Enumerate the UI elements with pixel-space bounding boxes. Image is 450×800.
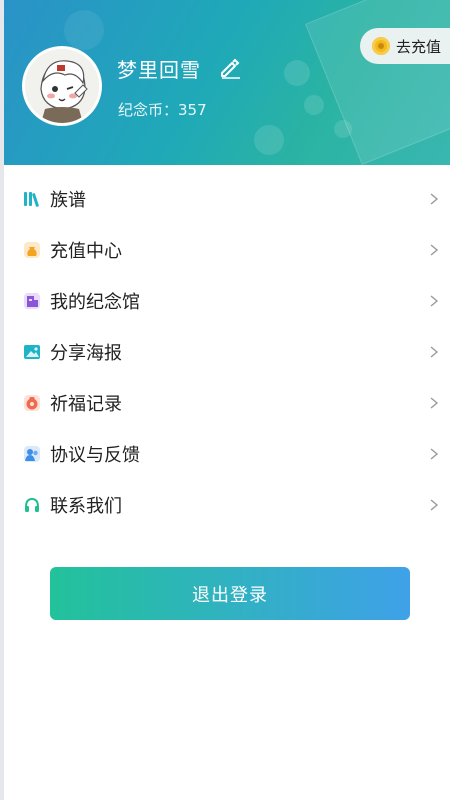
menu-item-agreement-feedback[interactable]: 协议与反馈 — [4, 428, 450, 479]
menu-item-label: 我的纪念馆 — [50, 291, 140, 313]
chevron-right-icon — [430, 243, 439, 256]
menu-item-label: 祈福记录 — [50, 393, 122, 415]
money-bag-icon — [23, 241, 41, 259]
coin-icon — [372, 37, 390, 55]
chevron-right-icon — [430, 294, 439, 307]
username: 梦里回雪 — [117, 58, 201, 82]
header-decoration — [304, 95, 324, 115]
books-icon — [23, 190, 41, 208]
prayer-record-icon — [23, 394, 41, 412]
menu-item-label: 分享海报 — [50, 342, 122, 364]
header-decoration — [284, 60, 310, 86]
menu-item-prayer-records[interactable]: 祈福记录 — [4, 377, 450, 428]
edit-icon[interactable] — [218, 56, 242, 80]
header-decoration — [334, 120, 352, 138]
menu-item-contact-us[interactable]: 联系我们 — [4, 479, 450, 530]
menu-item-genealogy[interactable]: 族谱 — [4, 173, 450, 224]
menu-item-share-poster[interactable]: 分享海报 — [4, 326, 450, 377]
menu-list: 族谱 充值中心 我的纪念馆 分享海报 祈福记录 协议与反馈 联系我们 — [4, 173, 450, 530]
chevron-right-icon — [430, 192, 439, 205]
header-decoration — [305, 0, 450, 165]
header-decoration — [254, 125, 284, 155]
header-decoration — [64, 10, 104, 50]
chevron-right-icon — [430, 345, 439, 358]
menu-item-label: 联系我们 — [50, 495, 122, 517]
chevron-right-icon — [430, 498, 439, 511]
menu-item-label: 协议与反馈 — [50, 444, 140, 466]
avatar[interactable] — [22, 46, 102, 126]
headset-icon — [23, 496, 41, 514]
coins-balance: 纪念币：357 — [118, 101, 207, 119]
image-icon — [23, 343, 41, 361]
menu-item-label: 族谱 — [50, 189, 86, 211]
menu-item-my-memorial[interactable]: 我的纪念馆 — [4, 275, 450, 326]
profile-header: 梦里回雪 纪念币：357 — [4, 0, 450, 165]
recharge-label: 去充值 — [396, 37, 442, 56]
chevron-right-icon — [430, 447, 439, 460]
avatar-illustration — [25, 49, 99, 123]
menu-item-recharge-center[interactable]: 充值中心 — [4, 224, 450, 275]
chevron-right-icon — [430, 396, 439, 409]
recharge-button[interactable]: 去充值 — [360, 28, 450, 64]
menu-item-label: 充值中心 — [50, 240, 122, 262]
users-icon — [23, 445, 41, 463]
memorial-hall-icon — [23, 292, 41, 310]
logout-button[interactable]: 退出登录 — [50, 567, 410, 620]
